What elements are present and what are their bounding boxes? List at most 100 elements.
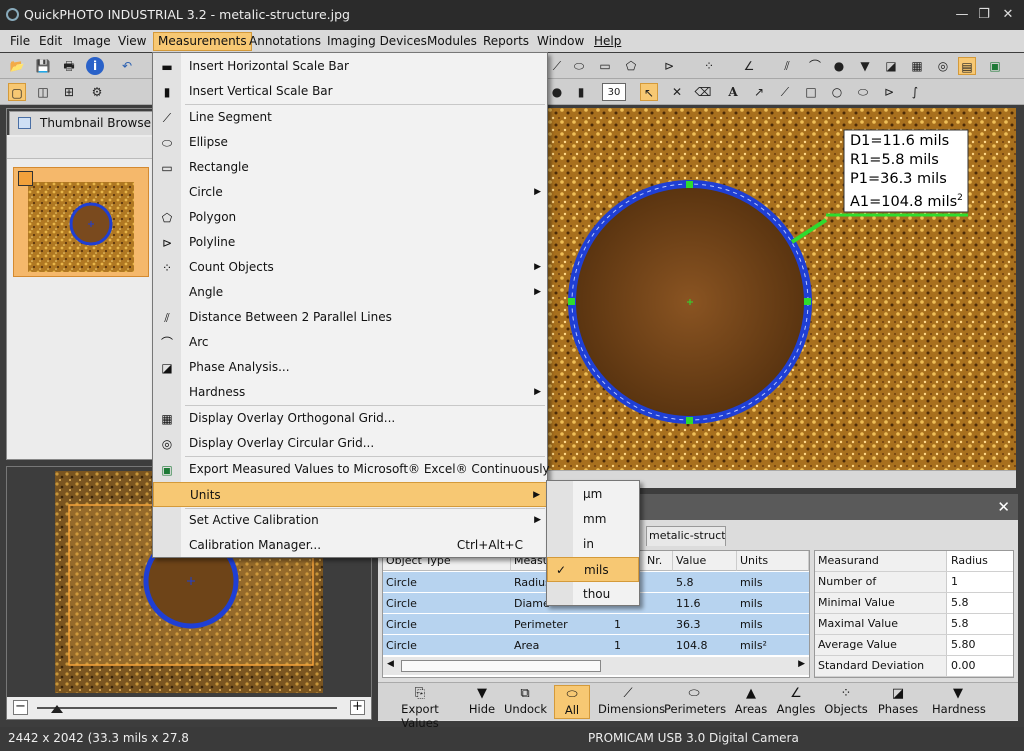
tab-thumbnail-browser[interactable]: Thumbnail Browser [9,111,157,135]
menu-item-export-excel[interactable]: ▣ Export Measured Values to Microsoft® Ex… [153,457,549,482]
filter-phases-button[interactable]: ◪ Phases [876,685,920,719]
arc-tool-icon[interactable]: ⌒ [806,57,824,75]
phase-tool-icon[interactable]: ◪ [882,57,900,75]
filter-hardness-button[interactable]: ▼ Hardness [932,685,986,719]
single-view-icon[interactable]: ▢ [8,83,26,101]
menu-item-count-objects[interactable]: ⁘ Count Objects ▶ [153,255,547,280]
col-value[interactable]: Value [673,551,737,571]
close-panel-icon[interactable]: ✕ [997,498,1010,516]
maximize-button[interactable]: ❐ [974,6,994,24]
info-icon[interactable]: i [86,57,104,75]
menu-modules[interactable]: Modules [423,32,481,51]
filter-perimeters-button[interactable]: ⬭ Perimeters [664,685,726,719]
unit-option-mm[interactable]: mm [547,507,639,532]
filter-dimensions-button[interactable]: ⟋ Dimensions [598,685,665,719]
menu-image[interactable]: Image [69,32,115,51]
unit-option-mils[interactable]: ✓ mils [547,557,639,582]
menu-item-arc[interactable]: ⌒ Arc [153,330,547,355]
ellipse-tool-icon[interactable]: ⬭ [570,57,588,75]
menu-item-polyline[interactable]: ⊳ Polyline [153,230,547,255]
zoom-slider-track[interactable] [37,707,337,709]
menu-item-polygon[interactable]: ⬠ Polygon [153,205,547,230]
menu-item-calibration-manager[interactable]: Calibration Manager... Ctrl+Alt+C [153,533,547,558]
scroll-left-icon[interactable]: ◀ [387,659,394,669]
menu-help[interactable]: Help [590,32,625,51]
ellipse-annot-icon[interactable]: ⬭ [854,83,872,101]
grid-tool-icon[interactable]: ▦ [908,57,926,75]
line-annot-icon[interactable]: ⟋ [776,83,794,101]
zoom-in-button[interactable]: + [350,700,365,715]
table-row[interactable]: Circle Perimeter 1 36.3 mils [383,614,809,635]
menu-annotations[interactable]: Annotations [245,32,325,51]
menu-item-set-active-calibration[interactable]: Set Active Calibration ▶ [153,508,547,533]
text-tool-icon[interactable]: A [724,83,742,101]
parallel-tool-icon[interactable]: ⫽ [778,57,796,75]
menu-item-orthogonal-grid[interactable]: ▦ Display Overlay Orthogonal Grid... [153,406,547,431]
zoom-out-button[interactable]: − [13,700,28,715]
circle-handle-bottom[interactable] [686,417,693,424]
line-tool-icon[interactable]: ⟋ [548,57,566,75]
menu-window[interactable]: Window [533,32,588,51]
menu-item-angle[interactable]: Angle ▶ [153,280,547,305]
export-values-button[interactable]: ⎘ Export Values [382,685,458,730]
histogram-icon[interactable]: ▮ [572,83,590,101]
circle-handle-right[interactable] [804,298,811,305]
filter-all-button[interactable]: ⬭ All [554,685,590,719]
save-icon[interactable]: 💾 [34,57,52,75]
circular-grid-tool-icon[interactable]: ◎ [934,57,952,75]
undo-icon[interactable]: ↶ [118,57,136,75]
menu-item-circular-grid[interactable]: ◎ Display Overlay Circular Grid... [153,431,547,456]
rect-annot-icon[interactable]: □ [802,83,820,101]
freehand-annot-icon[interactable]: ∫ [906,83,924,101]
circle-handle-top[interactable] [686,181,693,188]
count-tool-icon[interactable]: ⁘ [700,57,718,75]
polygon-annot-icon[interactable]: ⊳ [880,83,898,101]
thumbnail-item[interactable] [13,167,149,277]
menu-item-horizontal-scale-bar[interactable]: ▬ Insert Horizontal Scale Bar [153,54,547,79]
filter-areas-button[interactable]: ▲ Areas [732,685,770,719]
color-channels-icon[interactable]: ● [548,83,566,101]
menu-item-ellipse[interactable]: ⬭ Ellipse [153,130,547,155]
measure-panel-icon[interactable]: ▤ [958,57,976,75]
excel-export-icon[interactable]: ▣ [986,57,1004,75]
minimize-button[interactable]: — [952,6,972,24]
tab-document[interactable]: metalic-structure.jpg [646,526,726,546]
split-view-icon[interactable]: ◫ [34,83,52,101]
unit-option-in[interactable]: in [547,532,639,557]
menu-item-units[interactable]: Units ▶ [153,482,547,507]
menu-item-vertical-scale-bar[interactable]: ▮ Insert Vertical Scale Bar [153,79,547,104]
menu-item-phase-analysis[interactable]: ◪ Phase Analysis... [153,355,547,380]
unit-option-thou[interactable]: thou [547,582,639,607]
filter-angles-button[interactable]: ∠ Angles [776,685,816,719]
quad-view-icon[interactable]: ⊞ [60,83,78,101]
menu-imaging-devices[interactable]: Imaging Devices [323,32,431,51]
eraser-icon[interactable]: ⌫ [694,83,712,101]
hardness-marker-icon[interactable]: ▼ [856,57,874,75]
menu-item-hardness[interactable]: Hardness ▶ [153,380,547,405]
menu-file[interactable]: File [6,32,34,51]
undock-button[interactable]: ⧉ Undock [504,685,547,719]
table-scrollbar[interactable]: ◀ ▶ [383,657,809,675]
menu-edit[interactable]: Edit [35,32,66,51]
zoom-value[interactable]: 30 [602,83,626,101]
pointer-icon[interactable]: ↖ [640,83,658,101]
menu-reports[interactable]: Reports [479,32,533,51]
table-row[interactable]: Circle Area 1 104.8 mils² [383,635,809,656]
polygon-tool-icon[interactable]: ⬠ [622,57,640,75]
arrow-tool-icon[interactable]: ↗ [750,83,768,101]
menu-item-parallel-lines[interactable]: ⫽ Distance Between 2 Parallel Lines [153,305,547,330]
zoom-slider-handle[interactable] [51,705,63,713]
hardness-tool-icon[interactable]: ● [830,57,848,75]
delete-icon[interactable]: ✕ [668,83,686,101]
close-button[interactable]: ✕ [998,6,1018,24]
menu-measurements[interactable]: Measurements [153,32,252,51]
menu-item-rectangle[interactable]: ▭ Rectangle [153,155,547,180]
circle-handle-left[interactable] [568,298,575,305]
angle-tool-icon[interactable]: ∠ [740,57,758,75]
menu-item-line-segment[interactable]: ⟋ Line Segment [153,105,547,130]
filter-objects-button[interactable]: ⁘ Objects [824,685,868,719]
print-icon[interactable]: 🖶 [60,57,78,75]
polyline-tool-icon[interactable]: ⊳ [660,57,678,75]
rectangle-tool-icon[interactable]: ▭ [596,57,614,75]
menu-view[interactable]: View [114,32,150,51]
